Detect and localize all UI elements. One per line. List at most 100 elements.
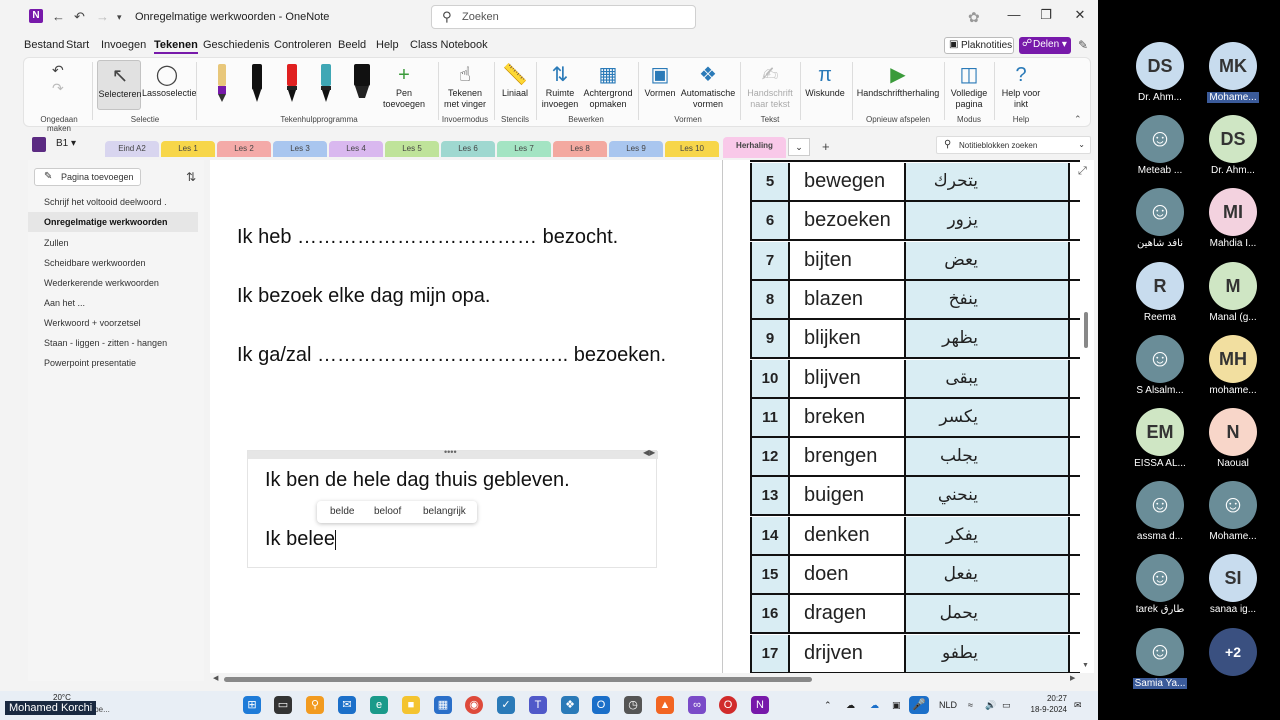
automatische-vormen-button[interactable]: ❖ Automatische vormen — [680, 62, 736, 110]
page-item-4[interactable]: Wederkerende werkwoorden — [44, 278, 159, 288]
page-item-2[interactable]: Zullen — [44, 238, 69, 248]
participant-tile[interactable]: EM EISSA AL... — [1120, 408, 1200, 472]
pen-3[interactable] — [284, 62, 300, 102]
page-item-6[interactable]: Werkwoord + voorzetsel — [44, 318, 141, 328]
start-icon[interactable]: ⊞ — [243, 696, 261, 714]
plaknotities-button[interactable]: ▣ Plaknotities — [944, 37, 1014, 54]
tab-les-9[interactable]: Les 9 — [609, 141, 663, 157]
undo-ribbon-icon[interactable]: ↶ — [52, 62, 64, 79]
add-page-button[interactable]: ✎ Pagina toevoegen — [34, 168, 141, 186]
suggestion-belde[interactable]: belde — [330, 506, 354, 517]
participant-tile[interactable]: +2 — [1193, 627, 1273, 676]
tab-les-6[interactable]: Les 6 — [441, 141, 495, 157]
tab-les-4[interactable]: Les 4 — [329, 141, 383, 157]
opera-icon[interactable]: O — [719, 696, 737, 714]
quick-access-chevron-icon[interactable]: ▾ — [117, 12, 122, 23]
redo-ribbon-icon[interactable]: ↷ — [52, 80, 64, 97]
tekenen-met-vinger-button[interactable]: ☝ Tekenen met vinger — [440, 62, 490, 110]
teams-icon[interactable]: T — [529, 696, 547, 714]
participant-tile[interactable]: ☺ Samia Ya... — [1120, 627, 1200, 692]
notebook-selector[interactable]: B1 ▾ — [56, 138, 76, 149]
note-sentence-1[interactable]: Ik ben de hele dag thuis gebleven. — [265, 469, 570, 492]
store-icon[interactable]: ▦ — [434, 696, 452, 714]
page-item-8[interactable]: Powerpoint presentatie — [44, 358, 136, 368]
vormen-button[interactable]: ▣ Vormen — [640, 62, 680, 99]
achtergrond-opmaken-button[interactable]: ▦ Achtergrond opmaken — [582, 62, 634, 110]
sentence-3[interactable]: Ik ga/zal ……………………………….. bezoeken. — [237, 344, 666, 367]
page-canvas[interactable]: Ik heb ……………………………… bezocht. Ik bezoek e… — [210, 160, 1094, 673]
tab-les-7[interactable]: Les 7 — [497, 141, 551, 157]
menu-tekenen[interactable]: Tekenen — [154, 39, 198, 54]
note-sentence-2[interactable]: Ik belee — [265, 528, 337, 551]
tray-chevron-icon[interactable]: ⌃ — [824, 700, 832, 711]
participant-tile[interactable]: ☺ assma d... — [1120, 481, 1200, 545]
cloud-icon[interactable]: ☁ — [846, 700, 855, 711]
minimize-button[interactable]: — — [1002, 7, 1026, 27]
handschrift-naar-tekst-button[interactable]: ✍ Handschrift naar tekst — [744, 62, 796, 110]
page-item-7[interactable]: Staan - liggen - zitten - hangen — [44, 338, 167, 348]
undo-icon[interactable]: ↶ — [74, 9, 85, 25]
onenote-taskbar-icon[interactable]: N — [751, 696, 769, 714]
resize-arrows-icon[interactable]: ◀▶ — [643, 448, 655, 457]
menu-beeld[interactable]: Beeld — [338, 39, 366, 51]
tab-les-8[interactable]: Les 8 — [553, 141, 607, 157]
page-item-5[interactable]: Aan het ... — [44, 298, 85, 308]
battery-icon[interactable]: ▭ — [1002, 700, 1011, 711]
tab-les-10[interactable]: Les 10 — [665, 141, 719, 157]
participant-tile[interactable]: MK Mohame... — [1193, 42, 1273, 106]
expand-icon[interactable]: ⤢ — [1078, 165, 1087, 178]
volledige-pagina-button[interactable]: ◫ Volledige pagina — [946, 62, 992, 110]
search-app-icon[interactable]: ⚲ — [306, 696, 324, 714]
participant-tile[interactable]: DS Dr. Ahm... — [1193, 115, 1273, 179]
volume-icon[interactable]: 🔊 — [985, 700, 996, 711]
horizontal-scrollbar[interactable]: ◀ ▶ — [210, 674, 1080, 684]
language-indicator[interactable]: NLD — [939, 700, 957, 710]
notification-icon[interactable]: ✉ — [1074, 700, 1082, 711]
search-box[interactable]: ⚲ Zoeken — [431, 5, 696, 29]
sentence-2[interactable]: Ik bezoek elke dag mijn opa. — [237, 285, 491, 308]
collapse-ribbon-icon[interactable]: ⌃ — [1074, 114, 1082, 125]
pen-2[interactable] — [249, 62, 265, 102]
participant-tile[interactable]: M Manal (g... — [1193, 261, 1273, 326]
clock-app-icon[interactable]: ◷ — [624, 696, 642, 714]
page-item-3[interactable]: Scheidbare werkwoorden — [44, 258, 146, 268]
menu-geschiedenis[interactable]: Geschiedenis — [203, 39, 270, 51]
forward-icon[interactable]: → — [96, 9, 109, 24]
add-section-icon[interactable]: + — [822, 139, 830, 154]
pen-toevoegen-button[interactable]: + Pen toevoegen — [380, 62, 428, 110]
menu-bestand[interactable]: Bestand — [24, 39, 64, 51]
help-voor-inkt-button[interactable]: ? Help voor inkt — [996, 62, 1046, 110]
more-tabs-chevron-icon[interactable]: ⌄ — [788, 138, 810, 156]
page-item-1[interactable]: Onregelmatige werkwoorden — [28, 212, 198, 232]
note-container[interactable]: •••• ◀▶ Ik ben de hele dag thuis gebleven… — [247, 447, 658, 568]
participant-tile[interactable]: MI Mahdia I... — [1193, 188, 1273, 252]
pen-5[interactable] — [352, 62, 370, 102]
copilot-icon[interactable]: ✿ — [968, 9, 980, 26]
participant-tile[interactable]: ☺ نافد شاهين — [1120, 188, 1200, 252]
suggestion-beloof[interactable]: beloof — [374, 506, 401, 517]
scroll-left-icon[interactable]: ◀ — [213, 674, 218, 682]
sentence-1[interactable]: Ik heb ……………………………… bezocht. — [237, 226, 618, 249]
sort-icon[interactable]: ⇅ — [186, 170, 196, 184]
pen-4[interactable] — [318, 62, 334, 102]
scroll-right-icon[interactable]: ▶ — [1070, 674, 1075, 682]
vertical-scrollbar[interactable] — [1084, 312, 1088, 348]
tab-les-3[interactable]: Les 3 — [273, 141, 327, 157]
edge-icon[interactable]: e — [370, 696, 388, 714]
suggestion-belangrijk[interactable]: belangrijk — [423, 506, 466, 517]
participant-tile[interactable]: ☺ Mohame... — [1193, 481, 1273, 545]
puzzle-app-icon[interactable]: ❖ — [561, 696, 579, 714]
tab-les-5[interactable]: Les 5 — [385, 141, 439, 157]
tab-eind-a2[interactable]: Eind A2 — [105, 141, 159, 157]
chrome-icon[interactable]: ◉ — [465, 696, 483, 714]
tab-les-1[interactable]: Les 1 — [161, 141, 215, 157]
menu-controleren[interactable]: Controleren — [274, 39, 331, 51]
participant-tile[interactable]: ☺ S Alsalm... — [1120, 334, 1200, 399]
participant-tile[interactable]: R Reema — [1120, 261, 1200, 326]
ruimte-invoegen-button[interactable]: ⇅ Ruimte invoegen — [538, 62, 582, 110]
participant-tile[interactable]: DS Dr. Ahm... — [1120, 42, 1200, 106]
todo-icon[interactable]: ✓ — [497, 696, 515, 714]
visual-studio-icon[interactable]: ∞ — [688, 696, 706, 714]
back-icon[interactable]: ← — [52, 9, 65, 24]
mail-icon[interactable]: ✉ — [338, 696, 356, 714]
